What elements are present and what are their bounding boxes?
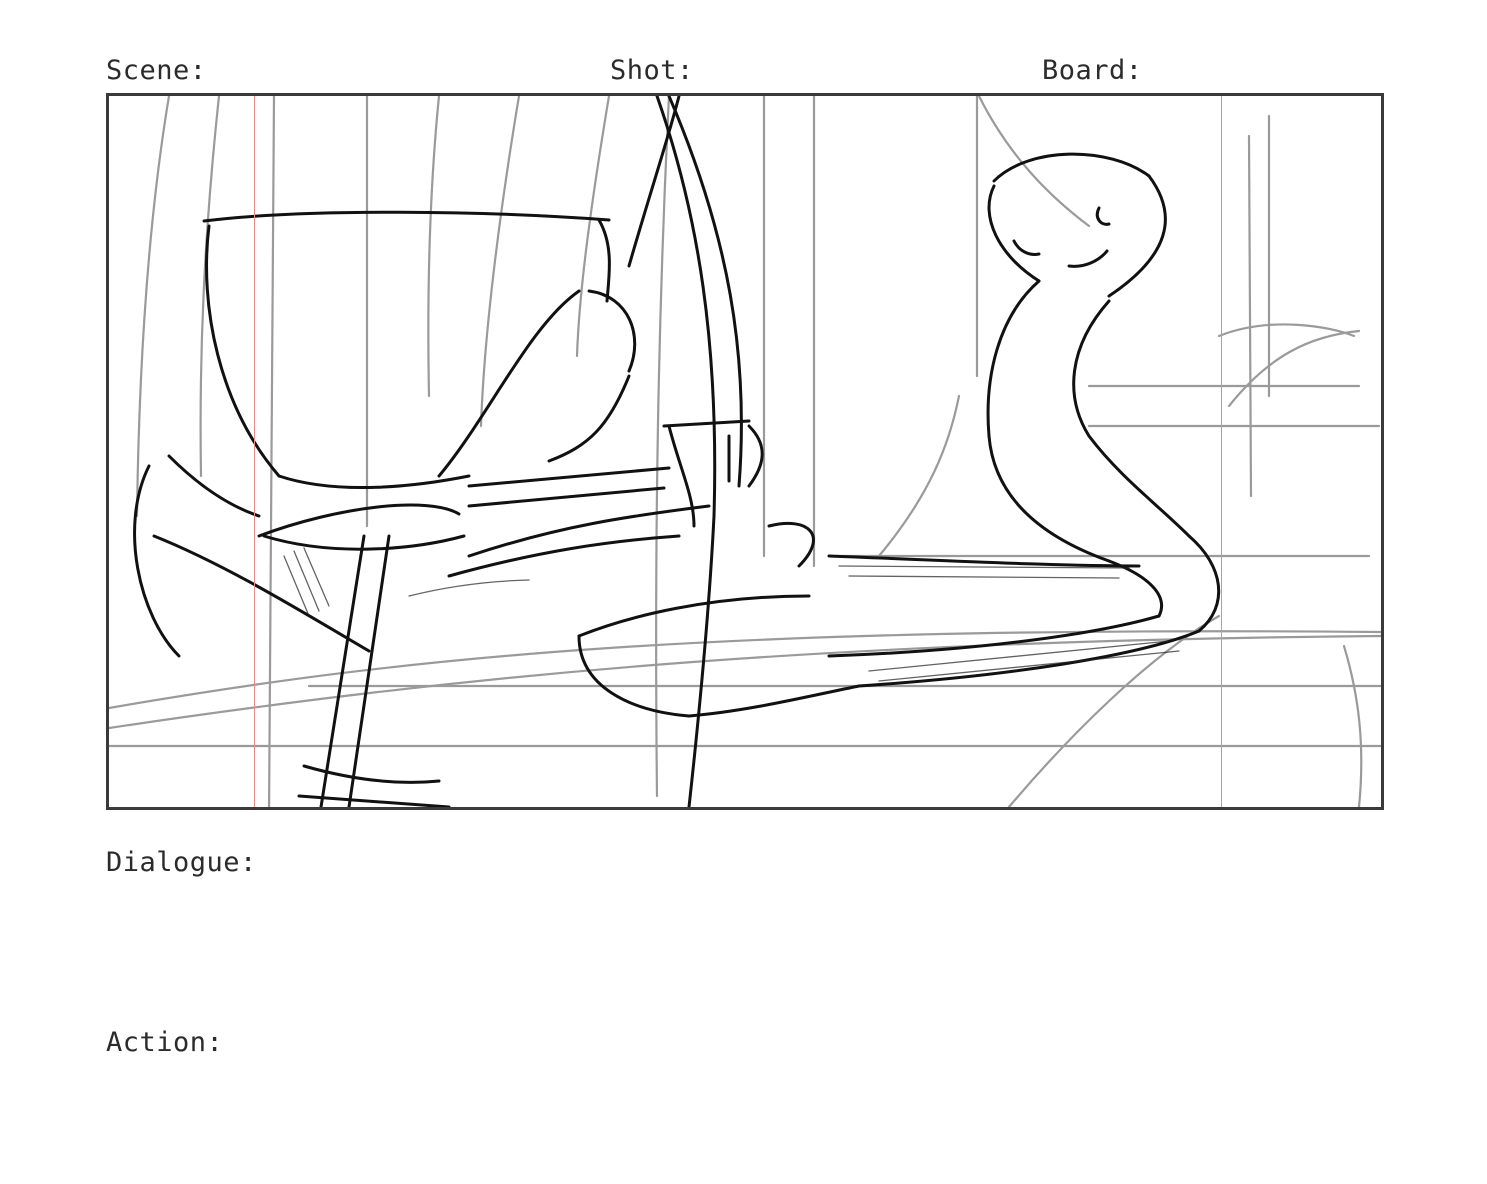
dialogue-label: Dialogue:	[106, 847, 257, 878]
board-label: Board:	[1042, 55, 1143, 86]
sketch-drawing	[109, 96, 1381, 807]
storyboard-panel	[106, 93, 1384, 810]
action-label: Action:	[106, 1027, 224, 1058]
shot-label: Shot:	[610, 55, 694, 86]
safe-area-guide-right	[1221, 96, 1222, 807]
ink-sketch	[133, 96, 1221, 807]
safe-area-guide-left	[254, 96, 255, 807]
scene-label: Scene:	[106, 55, 207, 86]
background-construction-lines	[109, 96, 1381, 807]
shading-strokes	[283, 547, 1180, 682]
